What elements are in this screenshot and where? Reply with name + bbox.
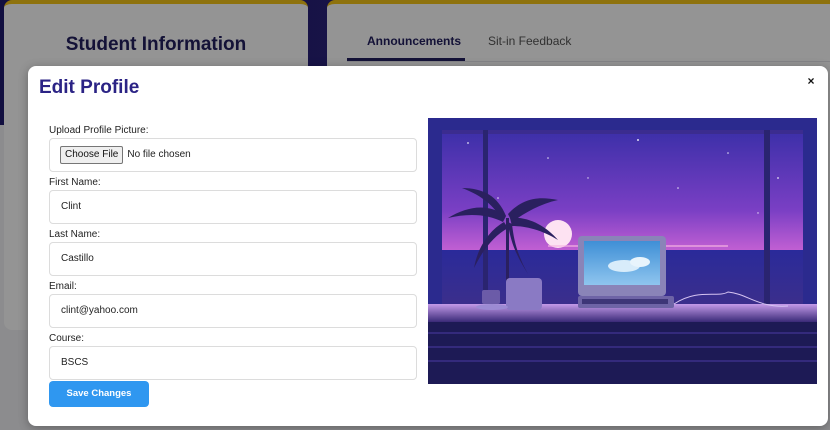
close-icon[interactable]: × bbox=[803, 74, 819, 90]
email-label: Email: bbox=[49, 281, 77, 292]
save-changes-button[interactable]: Save Changes bbox=[49, 381, 149, 407]
course-label: Course: bbox=[49, 333, 85, 344]
course-field[interactable]: BSCS bbox=[49, 346, 417, 380]
upload-label: Upload Profile Picture: bbox=[49, 125, 149, 136]
file-status: No file chosen bbox=[127, 149, 191, 160]
profile-illustration bbox=[428, 118, 817, 384]
choose-file-button[interactable]: Choose File bbox=[60, 146, 124, 164]
edit-profile-form: Upload Profile Picture: Choose File No f… bbox=[49, 124, 417, 384]
email-field[interactable]: clint@yahoo.com bbox=[49, 294, 417, 328]
modal-title: Edit Profile bbox=[39, 77, 140, 98]
first-name-label: First Name: bbox=[49, 177, 101, 188]
last-name-field[interactable]: Castillo bbox=[49, 242, 417, 276]
laptop-window-sunset-illustration bbox=[428, 118, 817, 384]
last-name-label: Last Name: bbox=[49, 229, 101, 240]
profile-picture-input: Choose File No file chosen bbox=[49, 138, 417, 172]
edit-profile-modal: Edit Profile × Upload Profile Picture: C… bbox=[28, 66, 828, 426]
first-name-field[interactable]: Clint bbox=[49, 190, 417, 224]
